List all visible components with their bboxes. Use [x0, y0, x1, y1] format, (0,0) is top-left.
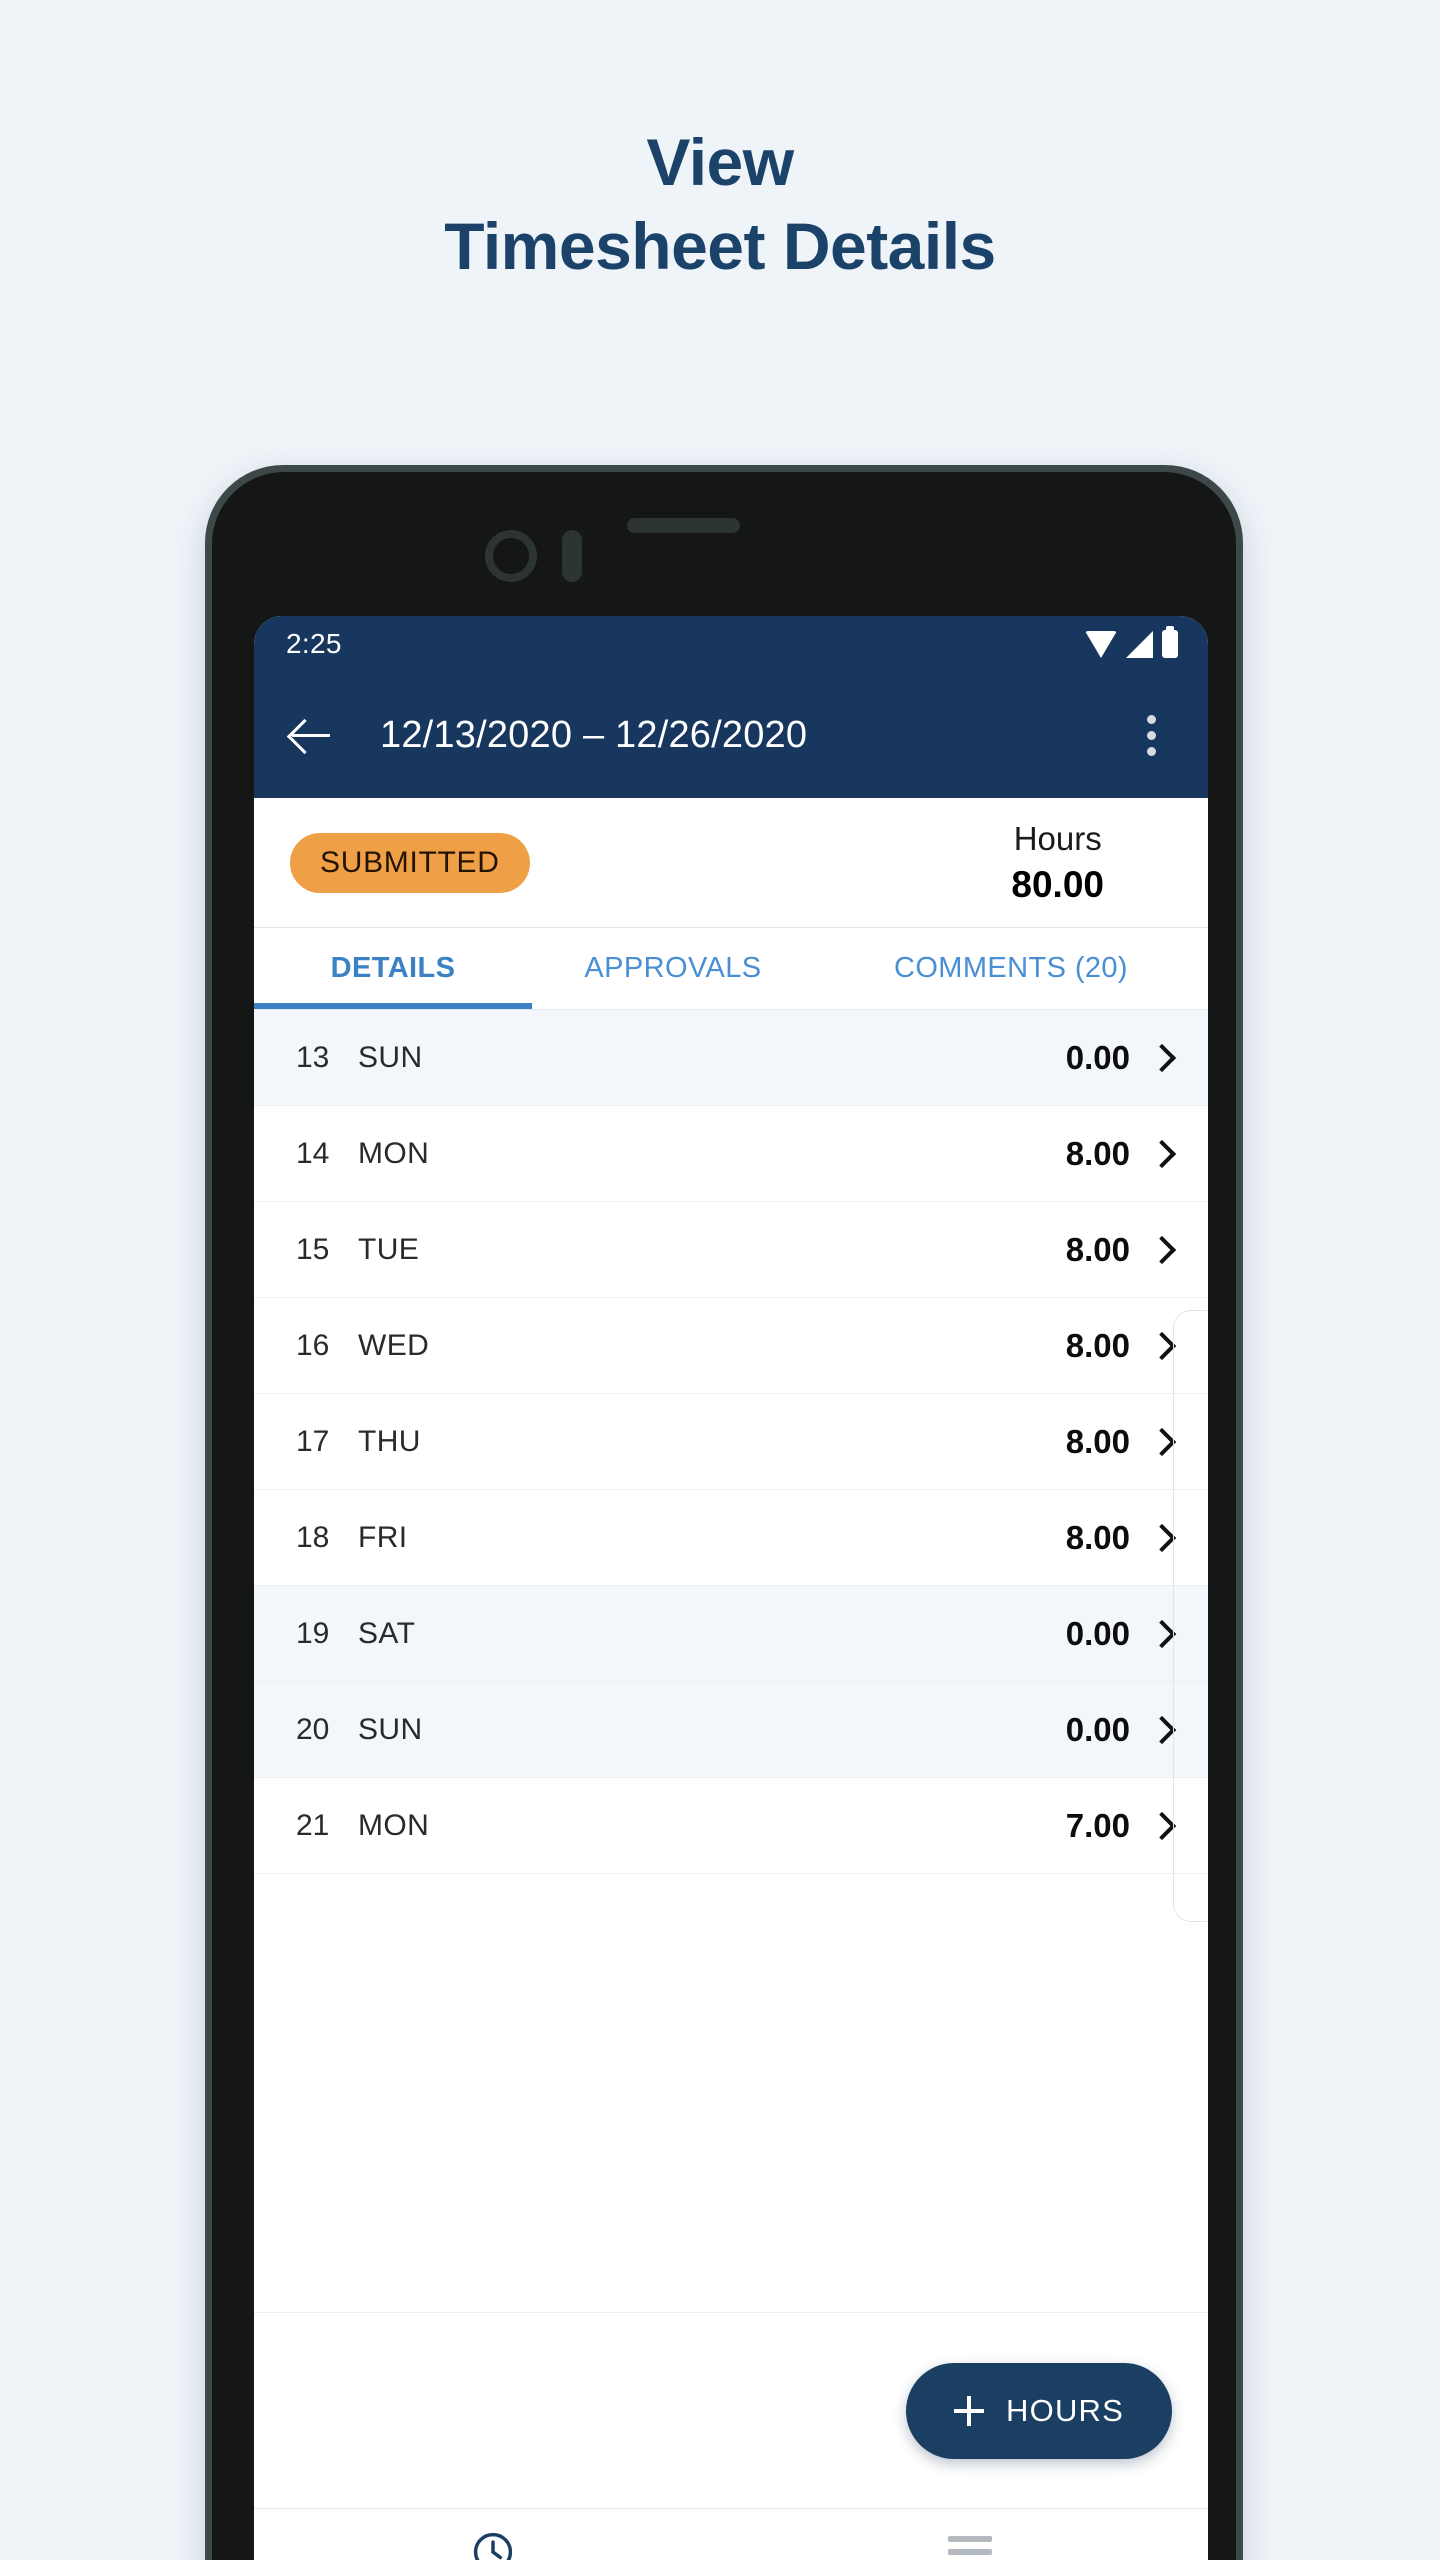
day-hours: 8.00 [1065, 1230, 1130, 1268]
back-arrow-icon[interactable] [284, 708, 338, 762]
date-range-title: 12/13/2020 – 12/26/2020 [380, 713, 808, 756]
tab-comments[interactable]: COMMENTS (20) [814, 928, 1208, 1009]
day-hours: 8.00 [1065, 1422, 1130, 1460]
day-number: 18 [296, 1520, 330, 1554]
app-bar: 12/13/2020 – 12/26/2020 [254, 672, 1208, 798]
day-number: 13 [296, 1040, 330, 1074]
nav-item-timesheets[interactable]: TIMESHEETS [254, 2509, 731, 2560]
bottom-navigation: TIMESHEETS MORE [254, 2508, 1208, 2560]
day-hours: 0.00 [1065, 1038, 1130, 1076]
day-hours: 8.00 [1065, 1326, 1130, 1364]
chevron-right-icon [1147, 1811, 1177, 1840]
table-row[interactable]: 15 TUE 8.00 [254, 1202, 1208, 1298]
day-name: SUN [358, 1712, 423, 1746]
total-hours-label: Hours [1013, 819, 1102, 857]
chevron-right-icon [1147, 1139, 1177, 1168]
day-hours: 0.00 [1065, 1614, 1130, 1652]
front-camera-icon [485, 530, 537, 582]
table-row[interactable]: 18 FRI 8.00 [254, 1490, 1208, 1586]
table-row[interactable]: 16 WED 8.00 [254, 1298, 1208, 1394]
day-number: 19 [296, 1616, 330, 1650]
day-number: 17 [296, 1424, 330, 1458]
fab-container: HOURS [254, 2312, 1208, 2508]
phone-frame: 2:25 12/13/2020 – 12/26/2020 SUBMITTED H… [205, 465, 1243, 2560]
day-name: WED [358, 1328, 430, 1362]
chevron-right-icon [1147, 1619, 1177, 1648]
page-title-line1: View [646, 125, 794, 199]
speaker-grille-icon [627, 518, 740, 533]
table-row[interactable]: 14 MON 8.00 [254, 1106, 1208, 1202]
total-hours-block: Hours 80.00 [1011, 820, 1104, 906]
day-hours: 7.00 [1065, 1806, 1130, 1844]
page-title: View Timesheet Details [0, 125, 1440, 283]
day-number: 20 [296, 1712, 330, 1746]
page-title-line2: Timesheet Details [444, 208, 996, 283]
battery-icon [1162, 626, 1178, 658]
signal-icon [1126, 630, 1153, 658]
chevron-right-icon [1147, 1523, 1177, 1552]
table-row[interactable]: 13 SUN 0.00 [254, 1010, 1208, 1106]
tab-details[interactable]: DETAILS [254, 928, 532, 1009]
wifi-icon [1085, 630, 1117, 658]
plus-icon [954, 2395, 985, 2426]
status-bar-time: 2:25 [286, 628, 342, 659]
table-row[interactable]: 17 THU 8.00 [254, 1394, 1208, 1490]
chevron-right-icon [1147, 1235, 1177, 1264]
phone-bezel: 2:25 12/13/2020 – 12/26/2020 SUBMITTED H… [212, 472, 1236, 2560]
day-name: SUN [358, 1040, 423, 1074]
day-hours: 8.00 [1065, 1518, 1130, 1556]
tab-approvals[interactable]: APPROVALS [532, 928, 814, 1009]
add-hours-label: HOURS [1006, 2392, 1124, 2428]
day-name: TUE [358, 1232, 420, 1266]
add-hours-button[interactable]: HOURS [906, 2362, 1172, 2459]
chevron-right-icon [1147, 1331, 1177, 1360]
proximity-sensor-icon [562, 530, 582, 582]
status-badge[interactable]: SUBMITTED [290, 832, 530, 893]
tab-bar: DETAILS APPROVALS COMMENTS (20) [254, 928, 1208, 1010]
overflow-menu-icon[interactable] [1128, 708, 1174, 762]
day-name: FRI [358, 1520, 408, 1554]
day-number: 21 [296, 1808, 330, 1842]
total-hours-value: 80.00 [1011, 863, 1104, 905]
phone-screen: 2:25 12/13/2020 – 12/26/2020 SUBMITTED H… [254, 616, 1208, 2560]
status-bar: 2:25 [254, 616, 1208, 672]
day-hours: 8.00 [1065, 1134, 1130, 1172]
status-bar-icons [1085, 626, 1178, 658]
day-number: 16 [296, 1328, 330, 1362]
chevron-right-icon [1147, 1043, 1177, 1072]
day-number: 15 [296, 1232, 330, 1266]
table-row[interactable]: 21 MON 7.00 [254, 1778, 1208, 1874]
day-list: 13 SUN 0.00 14 MON 8.00 15 TUE 8.00 16 W… [254, 1010, 1208, 2312]
day-name: SAT [358, 1616, 416, 1650]
chevron-right-icon [1147, 1427, 1177, 1456]
page-root: View Timesheet Details 2:25 12/13/2020 –… [0, 0, 1440, 2560]
day-name: MON [358, 1808, 430, 1842]
clock-icon [473, 2532, 512, 2560]
chevron-right-icon [1147, 1715, 1177, 1744]
nav-item-more[interactable]: MORE [731, 2509, 1208, 2560]
day-hours: 0.00 [1065, 1710, 1130, 1748]
timesheet-summary: SUBMITTED Hours 80.00 [254, 798, 1208, 928]
table-row[interactable]: 19 SAT 0.00 [254, 1586, 1208, 1682]
day-number: 14 [296, 1136, 330, 1170]
table-row[interactable]: 20 SUN 0.00 [254, 1682, 1208, 1778]
day-name: MON [358, 1136, 430, 1170]
day-name: THU [358, 1424, 421, 1458]
hamburger-icon [947, 2535, 992, 2560]
